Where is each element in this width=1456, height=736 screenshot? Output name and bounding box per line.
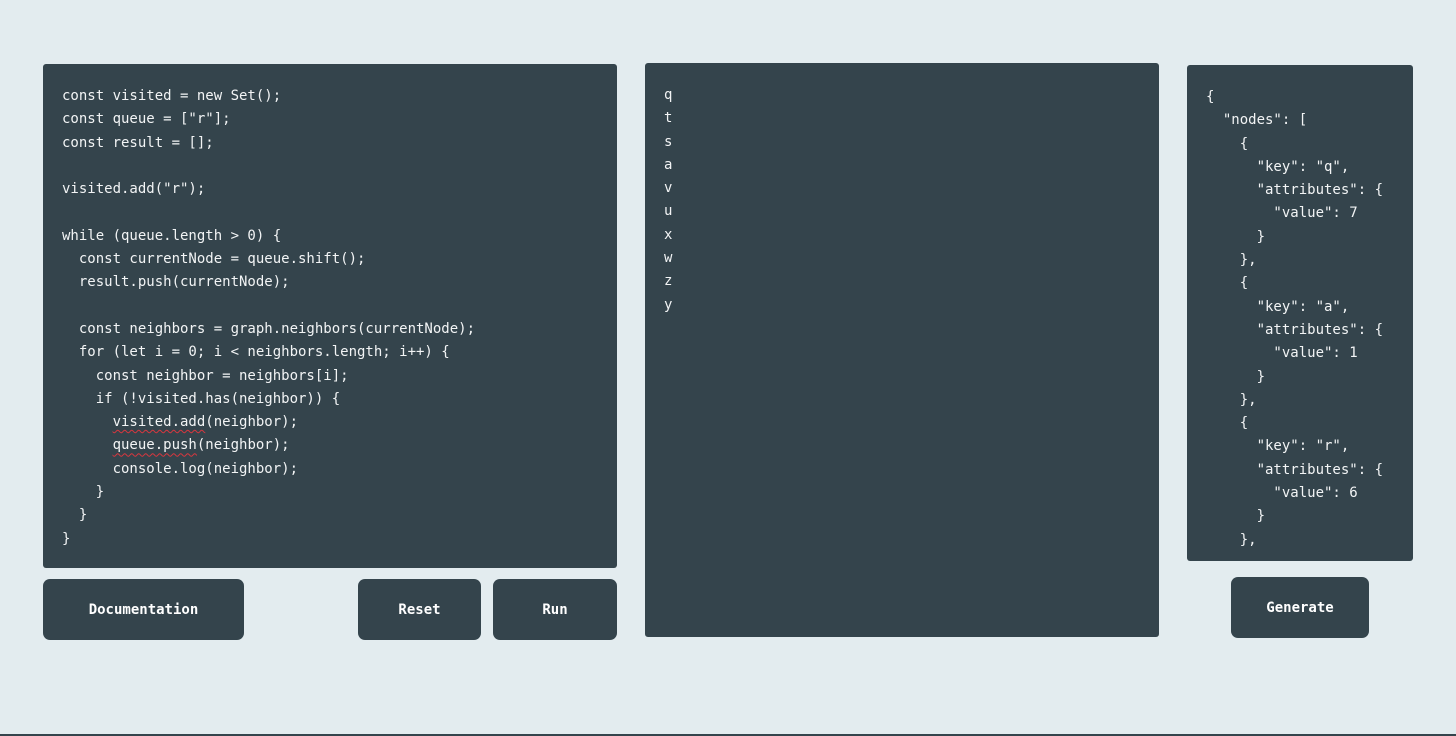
code-line: if (!visited.has(neighbor)) { <box>62 390 341 407</box>
output-line: v <box>664 180 673 197</box>
output-line: y <box>664 296 673 313</box>
code-line: } <box>62 484 105 501</box>
code-editor[interactable]: const visited = new Set(); const queue =… <box>43 64 617 568</box>
code-fragment: (neighbor); <box>196 437 290 454</box>
json-line: "attributes": { <box>1206 461 1384 478</box>
graph-json-editor[interactable]: { "nodes": [ { "key": "q", "attributes":… <box>1187 65 1413 561</box>
code-line: result.push(currentNode); <box>62 274 290 291</box>
json-line: { <box>1206 275 1249 292</box>
json-line: "value": 6 <box>1206 485 1358 502</box>
code-line: while (queue.length > 0) { <box>62 227 282 244</box>
json-line: { <box>1206 135 1249 152</box>
output-line: a <box>664 156 673 173</box>
json-line: { <box>1206 415 1249 432</box>
code-line: const neighbors = graph.neighbors(curren… <box>62 320 476 337</box>
generate-button[interactable]: Generate <box>1231 577 1369 638</box>
output-line: s <box>664 133 673 150</box>
output-line: t <box>664 110 673 127</box>
json-line: "value": 1 <box>1206 345 1358 362</box>
output-line: x <box>664 226 673 243</box>
json-line: } <box>1206 368 1266 385</box>
code-line: const currentNode = queue.shift(); <box>62 251 366 268</box>
output-console: q t s a v u x w z y <box>645 63 1159 637</box>
output-line: w <box>664 250 673 267</box>
reset-button[interactable]: Reset <box>358 579 481 640</box>
code-line: console.log(neighbor); <box>62 460 299 477</box>
output-line: u <box>664 203 673 220</box>
code-line: for (let i = 0; i < neighbors.length; i+… <box>62 344 450 361</box>
code-line: const result = []; <box>62 134 214 151</box>
json-line: "key": "a", <box>1206 298 1350 315</box>
app-stage: const visited = new Set(); const queue =… <box>0 0 1456 736</box>
json-line: "nodes": [ <box>1206 112 1308 129</box>
documentation-button[interactable]: Documentation <box>43 579 244 640</box>
code-line: } <box>62 507 88 524</box>
code-line: const queue = ["r"]; <box>62 111 231 128</box>
code-line-spellcheck: visited.add(neighbor); <box>62 411 598 434</box>
code-line-spellcheck: queue.push(neighbor); <box>62 434 598 457</box>
json-line: }, <box>1206 252 1257 269</box>
json-line: { <box>1206 89 1215 105</box>
code-line: const visited = new Set(); <box>62 88 282 104</box>
code-line: } <box>62 530 71 547</box>
output-line: q <box>664 87 673 103</box>
json-line: }, <box>1206 391 1257 408</box>
json-line: "key": "r", <box>1206 438 1350 455</box>
json-line: "attributes": { <box>1206 182 1384 199</box>
run-button[interactable]: Run <box>493 579 617 640</box>
json-line: }, <box>1206 531 1257 548</box>
code-fragment: (neighbor); <box>205 414 299 431</box>
spellcheck-underlined-word: visited.add <box>112 414 206 431</box>
json-line: "key": "q", <box>1206 158 1350 175</box>
output-line: z <box>664 273 673 290</box>
code-line: visited.add("r"); <box>62 181 206 198</box>
json-line: "attributes": { <box>1206 321 1384 338</box>
code-line: const neighbor = neighbors[i]; <box>62 367 349 384</box>
json-line: "value": 7 <box>1206 205 1358 222</box>
spellcheck-underlined-word: queue.push <box>112 437 197 454</box>
json-line: } <box>1206 508 1266 525</box>
json-line: } <box>1206 228 1266 245</box>
